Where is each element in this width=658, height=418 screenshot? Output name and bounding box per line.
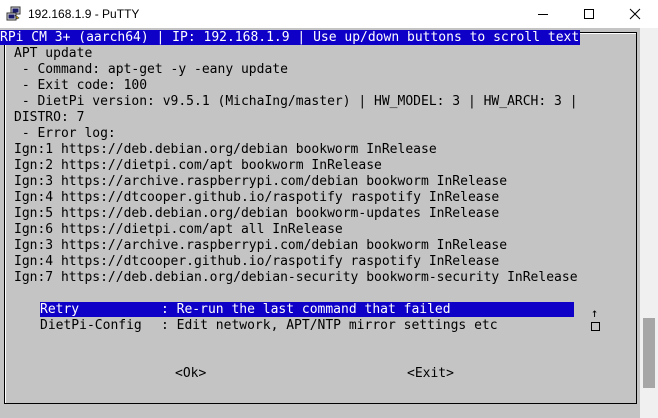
log-line: Ign:3 https://archive.raspberrypi.com/de…: [14, 174, 508, 189]
log-line: APT update: [14, 46, 93, 61]
menu-item-dietpi-config[interactable]: DietPi-Config : Edit network, APT/NTP mir…: [40, 318, 498, 333]
maximize-button[interactable]: [566, 0, 612, 28]
maximize-icon: [584, 9, 594, 19]
window-scrollbar[interactable]: [640, 28, 658, 418]
minimize-icon: [538, 14, 548, 15]
menu-item-desc: : Edit network, APT/NTP mirror settings …: [161, 318, 498, 333]
log-line: Ign:4 https://dtcooper.github.io/raspoti…: [14, 190, 500, 205]
header-bar: RPi CM 3+ (aarch64) | IP: 192.168.1.9 | …: [0, 30, 581, 45]
log-line: Ign:4 https://dtcooper.github.io/raspoti…: [14, 254, 500, 269]
log-line: Ign:5 https://deb.debian.org/debian book…: [14, 206, 500, 221]
log-line: Ign:1 https://deb.debian.org/debian book…: [14, 142, 437, 157]
log-line: Ign:7 https://deb.debian.org/debian-secu…: [14, 270, 578, 285]
log-line: Ign:2 https://dietpi.com/apt bookworm In…: [14, 158, 382, 173]
menu-item-key: DietPi-Config: [40, 318, 142, 333]
minimize-button[interactable]: [520, 0, 566, 28]
close-button[interactable]: [612, 0, 658, 28]
menu-item-retry[interactable]: Retry : Re-run the last command that fail…: [40, 302, 574, 317]
close-icon: [629, 8, 641, 20]
log-line: - DietPi version: v9.5.1 (MichaIng/maste…: [14, 94, 578, 109]
log-line: Ign:6 https://dietpi.com/apt all InRelea…: [14, 222, 343, 237]
exit-button[interactable]: <Exit>: [407, 366, 454, 382]
putty-icon[interactable]: [6, 6, 22, 22]
menu-item-desc: : Re-run the last command that failed: [161, 302, 451, 317]
ok-button[interactable]: <Ok>: [175, 366, 206, 382]
log-line: - Exit code: 100: [14, 78, 148, 93]
title-bar[interactable]: 192.168.1.9 - PuTTY: [0, 0, 658, 28]
terminal-area[interactable]: RPi CM 3+ (aarch64) | IP: 192.168.1.9 | …: [0, 28, 658, 418]
log-line: - Command: apt-get -y -eany update: [14, 62, 288, 77]
scroll-position-icon: [591, 322, 600, 331]
menu-item-key: Retry: [40, 302, 80, 317]
scroll-up-icon: ↑: [591, 306, 599, 320]
log-line: - Error log:: [14, 126, 116, 141]
log-line: Ign:3 https://archive.raspberrypi.com/de…: [14, 238, 508, 253]
scrollbar-thumb[interactable]: [643, 318, 655, 388]
log-line: DISTRO: 7: [14, 110, 85, 125]
window-title: 192.168.1.9 - PuTTY: [28, 7, 140, 21]
